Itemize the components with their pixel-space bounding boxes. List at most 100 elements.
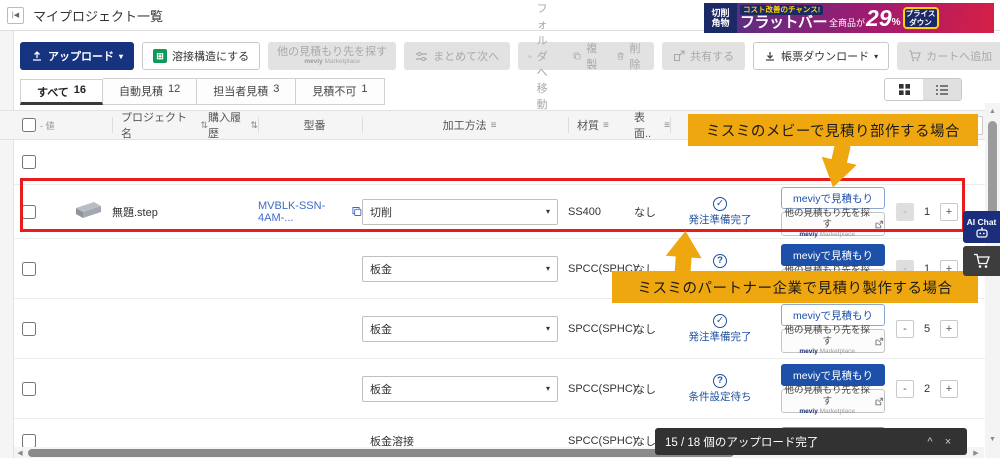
qty-minus-button[interactable]: -	[896, 319, 914, 338]
find-other-quote-button[interactable]: 他の見積もり先を探す meviy Marketplace	[268, 42, 397, 70]
row-checkbox[interactable]	[22, 204, 36, 219]
header-method[interactable]: 加工方法 ≡	[362, 117, 568, 133]
vertical-scroll-thumb[interactable]	[988, 121, 997, 216]
method-select[interactable]: 板金 ▾	[362, 255, 558, 282]
find-other-quote-row-button[interactable]: 他の見積もり先を探す meviy Marketplace	[781, 325, 885, 355]
qty-value[interactable]: 2	[917, 383, 937, 395]
surface-cell: なし	[634, 323, 656, 336]
vertical-scrollbar[interactable]: ▲ ▼	[985, 103, 1000, 458]
method-select[interactable]: 板金 ▾	[362, 375, 558, 402]
qty-value[interactable]: 1	[917, 206, 937, 218]
row-checkbox[interactable]	[22, 261, 36, 276]
scroll-down-icon[interactable]: ▼	[985, 433, 1000, 446]
scroll-right-icon[interactable]: ▶	[970, 449, 982, 457]
scroll-up-icon[interactable]: ▲	[985, 105, 1000, 118]
chevron-down-icon: ▾	[545, 264, 550, 273]
report-download-button[interactable]: 帳票ダウンロード ▾	[753, 42, 890, 70]
toast-collapse-icon[interactable]: ^	[921, 436, 939, 448]
header-project-name[interactable]: プロジェクト名 ⇅	[112, 112, 208, 140]
header-material[interactable]: 材質 ≡	[568, 117, 634, 133]
find-other-label: 他の見積もり先を探す	[784, 385, 870, 408]
part-thumbnail[interactable]	[72, 199, 104, 221]
cart-side-button[interactable]	[963, 246, 1000, 276]
tab-staff-quote[interactable]: 担当者見積 3	[197, 78, 297, 105]
batch-next-button[interactable]: まとめて次へ	[404, 42, 511, 70]
find-other-quote-row-button[interactable]: 他の見積もり先を探す meviy Marketplace	[781, 208, 885, 238]
meviy-quote-button[interactable]: meviyで見積もり	[781, 187, 885, 209]
meviy-quote-button[interactable]: meviyで見積もり	[781, 304, 885, 326]
upload-icon	[33, 51, 41, 61]
ai-chat-label: AI Chat	[966, 216, 997, 227]
duplicate-button[interactable]: 複製	[573, 40, 601, 72]
header-purchase-history[interactable]: 購入履歴 ⇅	[208, 109, 258, 141]
part-number-text: MVBLK-SSN-4AM-...	[258, 199, 326, 224]
tabs-bar: すべて 16 自動見積 12 担当者見積 3 見積不可 1	[0, 78, 1000, 105]
horizontal-scroll-thumb[interactable]	[28, 448, 734, 457]
weld-structure-button[interactable]: ⊞ 溶接構造にする	[142, 42, 261, 70]
marketplace-brand: meviy Marketplace	[799, 231, 855, 238]
share-button[interactable]: 共有する	[662, 42, 746, 70]
tab-auto-quote[interactable]: 自動見積 12	[103, 78, 198, 105]
qty-minus-button[interactable]: -	[896, 202, 914, 221]
banner-price-down-badge: プライス ダウン	[902, 7, 939, 29]
banner-product: フラットバー	[740, 14, 828, 31]
material-cell: SPCC(SPHC)	[568, 382, 637, 395]
header-select-label: - 値	[40, 120, 55, 131]
grid-view-button[interactable]	[885, 79, 923, 100]
qty-minus-button[interactable]: -	[896, 379, 914, 398]
material-cell: SS400	[568, 205, 602, 218]
quantity-stepper: - 1 +	[896, 202, 958, 221]
weld-structure-label: 溶接構造にする	[172, 51, 250, 63]
download-icon	[766, 52, 775, 61]
delete-button[interactable]: 削除	[617, 40, 644, 72]
row-checkbox[interactable]	[22, 155, 36, 169]
banner-category-line2: 角物	[711, 18, 730, 28]
tab-staff-quote-label: 担当者見積	[213, 86, 269, 98]
weld-icon: ⊞	[153, 49, 168, 63]
row-checkbox[interactable]	[22, 434, 36, 448]
upload-button[interactable]: アップロード ▾	[20, 42, 135, 70]
header-select-cell: - 値	[22, 118, 72, 132]
method-select-value: 切削	[370, 206, 392, 219]
row-checkbox[interactable]	[22, 381, 36, 396]
meviy-quote-button[interactable]: meviyで見積もり	[781, 244, 885, 266]
find-other-quote-row-button[interactable]: 他の見積もり先を探す meviy Marketplace	[781, 385, 885, 415]
table-row: 無題.step MVBLK-SSN-4AM-... 切削 ▾ SS400 なし …	[0, 185, 985, 239]
collapse-panel-icon[interactable]: |◀	[7, 6, 24, 24]
share-icon	[674, 50, 685, 62]
toast-close-icon[interactable]: ×	[939, 436, 957, 448]
sort-icon[interactable]: ⇅	[200, 120, 208, 131]
status-badge: ✓ 発注準備完了	[689, 313, 752, 344]
tab-all[interactable]: すべて 16	[20, 79, 104, 105]
method-select[interactable]: 切削 ▾	[362, 198, 558, 225]
status-badge: ✓ 発注準備完了	[688, 196, 752, 227]
scroll-left-icon[interactable]: ◀	[14, 449, 26, 457]
header-surface[interactable]: 表面.. ≡	[634, 109, 670, 141]
status-text: 発注準備完了	[688, 213, 752, 226]
project-name[interactable]: 無題.step	[112, 204, 208, 220]
qty-plus-button[interactable]: +	[940, 319, 958, 338]
add-to-cart-button[interactable]: カートへ追加	[897, 42, 1000, 70]
filter-icon[interactable]: ≡	[491, 120, 497, 131]
row-checkbox[interactable]	[22, 321, 36, 336]
filter-icon[interactable]: ≡	[603, 120, 609, 131]
tab-staff-quote-count: 3	[273, 83, 280, 95]
ai-chat-button[interactable]: AI Chat	[963, 211, 1000, 243]
qty-plus-button[interactable]: +	[940, 202, 958, 221]
cart-icon	[974, 253, 990, 268]
list-view-button[interactable]	[923, 79, 961, 100]
promo-banner[interactable]: 切削 角物 コスト改善のチャンス! フラットバー 全商品が 29 % プライス …	[704, 3, 994, 33]
select-all-checkbox[interactable]	[22, 118, 36, 132]
banner-badge-line2: ダウン	[909, 18, 932, 27]
method-select-value: 板金	[370, 263, 392, 276]
tab-no-quote[interactable]: 見積不可 1	[296, 78, 385, 105]
part-number-link[interactable]: MVBLK-SSN-4AM-...	[258, 200, 362, 224]
qty-plus-button[interactable]: +	[940, 379, 958, 398]
qty-value[interactable]: 5	[917, 323, 937, 335]
copy-part-number-icon[interactable]	[352, 206, 362, 217]
method-select[interactable]: 板金 ▾	[362, 315, 558, 342]
sort-icon[interactable]: ⇅	[250, 120, 258, 131]
list-view-icon	[936, 84, 948, 95]
meviy-quote-button[interactable]: meviyで見積もり	[781, 364, 885, 386]
external-link-icon	[875, 397, 884, 405]
